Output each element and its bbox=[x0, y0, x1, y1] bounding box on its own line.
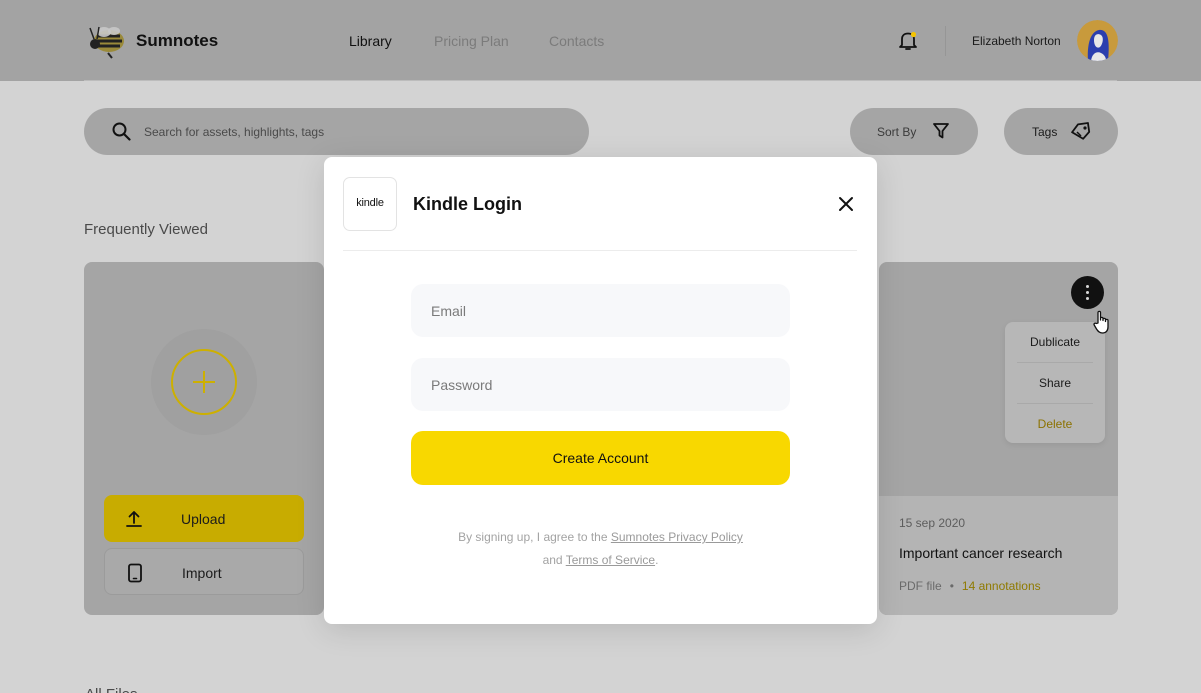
legal-text-line-1: By signing up, I agree to the Sumnotes P… bbox=[324, 530, 877, 544]
import-label: Import bbox=[182, 565, 222, 581]
add-asset-button[interactable] bbox=[151, 329, 257, 435]
terms-of-service-link[interactable]: Terms of Service bbox=[566, 553, 655, 567]
nav-pricing-plan[interactable]: Pricing Plan bbox=[434, 33, 509, 49]
header-underline bbox=[84, 80, 1117, 81]
tags-label: Tags bbox=[1032, 125, 1058, 139]
tablet-icon bbox=[128, 563, 142, 583]
legal-suffix: . bbox=[655, 553, 659, 567]
menu-item-delete[interactable]: Delete bbox=[1005, 417, 1105, 431]
legal-and: and bbox=[542, 553, 563, 567]
upload-icon bbox=[126, 511, 142, 527]
filter-icon bbox=[933, 123, 949, 139]
top-header: Sumnotes Library Pricing Plan Contacts E… bbox=[0, 0, 1201, 81]
user-avatar-icon[interactable] bbox=[1077, 20, 1118, 61]
close-icon[interactable] bbox=[837, 195, 855, 213]
more-vertical-icon[interactable] bbox=[1071, 276, 1104, 309]
kindle-login-modal: kindle Kindle Login Create Account By si… bbox=[324, 157, 877, 624]
document-file-type: PDF file bbox=[899, 579, 942, 593]
upload-label: Upload bbox=[181, 511, 226, 527]
tags-button[interactable]: Tags bbox=[1004, 108, 1118, 155]
modal-divider bbox=[343, 250, 857, 251]
card-context-menu: Dublicate Share Delete bbox=[1005, 322, 1105, 443]
kindle-logo: kindle bbox=[343, 177, 397, 231]
frequently-viewed-heading: Frequently Viewed bbox=[84, 221, 208, 238]
privacy-policy-link[interactable]: Sumnotes Privacy Policy bbox=[611, 530, 743, 544]
menu-divider bbox=[1017, 403, 1093, 404]
search-bar[interactable] bbox=[84, 108, 589, 155]
kindle-logo-text: kindle bbox=[356, 197, 384, 209]
document-title[interactable]: Important cancer research bbox=[899, 545, 1062, 561]
nav-library[interactable]: Library bbox=[349, 33, 392, 49]
import-button[interactable]: Import bbox=[104, 548, 304, 595]
nav-contacts[interactable]: Contacts bbox=[549, 33, 604, 49]
sort-by-label: Sort By bbox=[877, 125, 917, 139]
header-divider bbox=[945, 26, 946, 56]
tag-icon bbox=[1071, 122, 1091, 140]
document-annotations[interactable]: 14 annotations bbox=[962, 579, 1041, 593]
search-input[interactable] bbox=[144, 108, 564, 155]
document-meta: PDF file • 14 annotations bbox=[899, 579, 1041, 593]
add-asset-card: Upload Import bbox=[84, 262, 324, 615]
all-files-heading: All Files bbox=[85, 686, 138, 693]
hand-pointer-icon bbox=[1093, 310, 1109, 334]
bee-logo-icon[interactable] bbox=[84, 22, 128, 60]
legal-prefix: By signing up, I agree to the bbox=[458, 530, 608, 544]
menu-item-duplicate[interactable]: Dublicate bbox=[1005, 335, 1105, 349]
menu-divider bbox=[1017, 362, 1093, 363]
email-field[interactable] bbox=[411, 284, 790, 337]
user-name[interactable]: Elizabeth Norton bbox=[972, 34, 1061, 48]
create-account-button[interactable]: Create Account bbox=[411, 431, 790, 485]
bell-icon[interactable] bbox=[898, 30, 918, 52]
modal-title: Kindle Login bbox=[413, 194, 522, 214]
brand-name[interactable]: Sumnotes bbox=[136, 31, 218, 51]
search-icon bbox=[112, 122, 131, 141]
document-date: 15 sep 2020 bbox=[899, 516, 966, 530]
password-field[interactable] bbox=[411, 358, 790, 411]
sort-by-button[interactable]: Sort By bbox=[850, 108, 978, 155]
upload-button[interactable]: Upload bbox=[104, 495, 304, 542]
legal-text-line-2: and Terms of Service. bbox=[324, 553, 877, 567]
menu-item-share[interactable]: Share bbox=[1005, 376, 1105, 390]
meta-separator: • bbox=[949, 579, 954, 593]
plus-circle-icon bbox=[171, 349, 237, 415]
